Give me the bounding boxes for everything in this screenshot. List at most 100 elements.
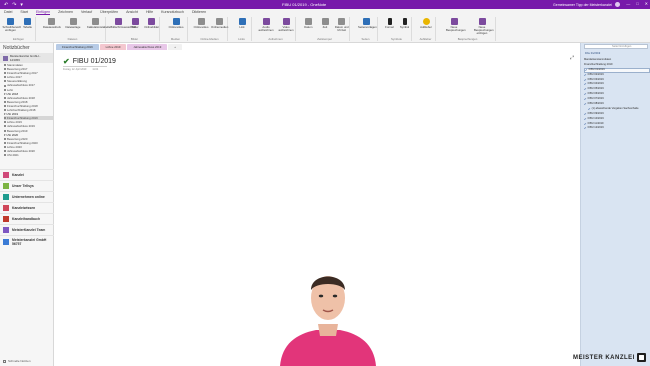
add-section-button[interactable]: + (168, 44, 182, 50)
menu-item[interactable]: Start (20, 10, 28, 14)
redo-icon[interactable]: ↷ (12, 2, 16, 8)
ribbon-button[interactable]: Tabelle (20, 18, 36, 29)
notebook-label: Kanzlei (12, 173, 24, 177)
section-tabs: Finanzbuchhaltung 2019 Löhne 2019 Jahresab… (56, 44, 182, 51)
notebook-icon (3, 55, 8, 61)
section-icon (4, 100, 6, 103)
ribbon-button[interactable]: Formel (382, 18, 398, 29)
ribbon-button[interactable]: Schreibbereich einfügen (3, 18, 21, 32)
ribbon-group: Dateiausdruck Dateianlage Kalkulationstabe… (40, 17, 110, 41)
avatar[interactable] (615, 2, 620, 7)
ribbon-button[interactable]: Neue Besprechungen einfügen (474, 18, 494, 36)
ribbon-button[interactable]: Onlinemedien (211, 18, 228, 29)
ribbon-button[interactable]: Aufkleber (418, 18, 434, 29)
minimize-button[interactable]: — (626, 1, 630, 6)
ribbon-button[interactable]: Kalkulationstabelle (87, 18, 110, 29)
ribbon-group-name: Einfügen (12, 37, 25, 41)
undo-icon[interactable]: ↶ (4, 2, 8, 8)
menu-item[interactable]: Einfügen (35, 10, 51, 15)
notebook-label: MeisterKanzlei Team (12, 228, 46, 232)
ribbon-button-label: Bilder (131, 25, 139, 29)
ribbon-button-icon (7, 18, 14, 25)
ribbon-button[interactable]: Dateiausdruck (43, 18, 61, 29)
menu-item[interactable]: Zeichnen (58, 10, 73, 14)
notebook-item[interactable]: Kanzleihandbuch (0, 213, 54, 224)
menu-item[interactable]: Überprüfen (100, 10, 118, 14)
notebook-item[interactable]: Kanzlei (0, 169, 54, 180)
close-button[interactable]: ✕ (645, 1, 648, 6)
ribbon-button[interactable]: Audio aufzeichnen (258, 18, 274, 32)
notebook-item[interactable]: Unternehmen online (0, 191, 54, 202)
ribbon-button[interactable]: Neue Besprechungen (446, 18, 466, 32)
ribbon-button-label: Formel (385, 25, 394, 29)
menu-item[interactable]: Kursnotizbuch (161, 10, 184, 14)
notebook-item[interactable]: Unser Tellsys (0, 180, 54, 191)
menu-item[interactable]: Datei (4, 10, 12, 14)
window-title: FIBU 01/2019 - OneNote (282, 2, 327, 7)
ribbon-button-icon (24, 18, 31, 25)
ribbon-button[interactable]: Bildschirmausschnitt (110, 18, 136, 29)
ribbon-button[interactable]: Seitenvorlagen (358, 18, 377, 29)
menu-item[interactable]: Hilfe (146, 10, 153, 14)
notebook-icon (3, 205, 9, 211)
ribbon-button[interactable]: Link (234, 18, 250, 29)
menu-item[interactable]: Verlauf (81, 10, 92, 14)
ribbon-group-name: Aufkleber (419, 37, 432, 41)
ribbon-group: Seitenvorlagen Seiten (354, 17, 378, 41)
ribbon-button-icon (304, 18, 312, 25)
ribbon-button[interactable]: Onlinebilder (144, 18, 160, 29)
checkmark-icon: ✔ (63, 57, 70, 66)
expand-icon[interactable]: ⤢ (570, 55, 574, 61)
ribbon-button-label: Audio aufzeichnen (258, 25, 274, 33)
ribbon-button-icon (114, 18, 122, 25)
presenter-eye-right (332, 294, 338, 298)
ribbon-button[interactable]: Onlinevideo (168, 18, 184, 29)
section-icon (4, 137, 6, 140)
add-page-field[interactable]: Seite hinzufügen (584, 44, 648, 49)
ribbon-button-label: Zeit (322, 25, 328, 29)
page-meta: Freitag, 12. April 2019 11:04 (63, 68, 98, 71)
page-title[interactable]: ✔ FIBU 01/2019 (63, 57, 116, 66)
section-tab[interactable]: Löhne 2019 (99, 44, 127, 50)
ribbon-button-icon (422, 18, 430, 25)
notebook-item[interactable]: Meisterkanzlei GmbH 56757 (0, 235, 54, 248)
section-tab[interactable]: Finanzbuchhaltung 2019 (56, 44, 99, 50)
current-notebook[interactable]: Meisterkanzlei GmbH - 123456 (0, 53, 53, 63)
ribbon-button[interactable]: Symbol (397, 18, 413, 29)
ribbon-button-label: Onlinevideo (193, 25, 209, 29)
brand-badge-icon (636, 353, 646, 362)
ribbon-button[interactable]: Zeit (317, 18, 333, 29)
page-list: Mandantenstammdaten Finanzbuchhaltung 201… (584, 58, 650, 131)
customize-icon[interactable]: ▾ (20, 2, 23, 8)
ribbon-button-icon (215, 18, 223, 25)
maximize-button[interactable]: □ (636, 1, 638, 6)
notebook-icon (3, 227, 9, 233)
chevron-down-icon: ▾ (4, 91, 6, 96)
ribbon-button-label: Onlinevideo (168, 25, 184, 29)
page-time: 11:04 (92, 68, 99, 71)
ribbon-button[interactable]: Datum (300, 18, 316, 29)
ribbon-button-icon (262, 18, 270, 25)
ribbon-button[interactable]: Datum und Uhrzeit (334, 18, 350, 32)
ribbon-button-icon (69, 18, 77, 25)
page-item[interactable]: ✔ FIBU 12/2019 (584, 126, 650, 131)
ribbon-button-icon (148, 18, 156, 25)
ribbon-group-name: Symbole (391, 37, 402, 41)
quick-notes[interactable]: Schnelle Notizen (3, 359, 31, 363)
section-tab[interactable]: Jahresabschluss 2019 (127, 44, 168, 50)
ribbon-button[interactable]: Onlinevideo (193, 18, 209, 29)
menu-item[interactable]: Diktieren (192, 10, 206, 14)
section-icon (4, 64, 6, 67)
notebook-item[interactable]: MeisterKanzlei Team (0, 224, 54, 235)
user-account[interactable]: Gemeinsamer Tipp der Meisterkanzlei (553, 2, 620, 7)
ribbon-button[interactable]: Video aufzeichnen (278, 18, 294, 32)
menu-item[interactable]: Ansicht (126, 10, 138, 14)
section-item[interactable]: USt 2021 (4, 153, 53, 157)
ribbon-group-name: Seiten (361, 37, 370, 41)
ribbon-button-label: Aufkleber (420, 25, 432, 29)
notebooks-header: Notizbücher (3, 45, 30, 51)
ribbon-button[interactable]: Dateianlage (65, 18, 81, 29)
ribbon-button[interactable]: Bilder (127, 18, 143, 29)
notebook-item[interactable]: Kanzleiwissen (0, 202, 54, 213)
section-icon (4, 117, 6, 120)
